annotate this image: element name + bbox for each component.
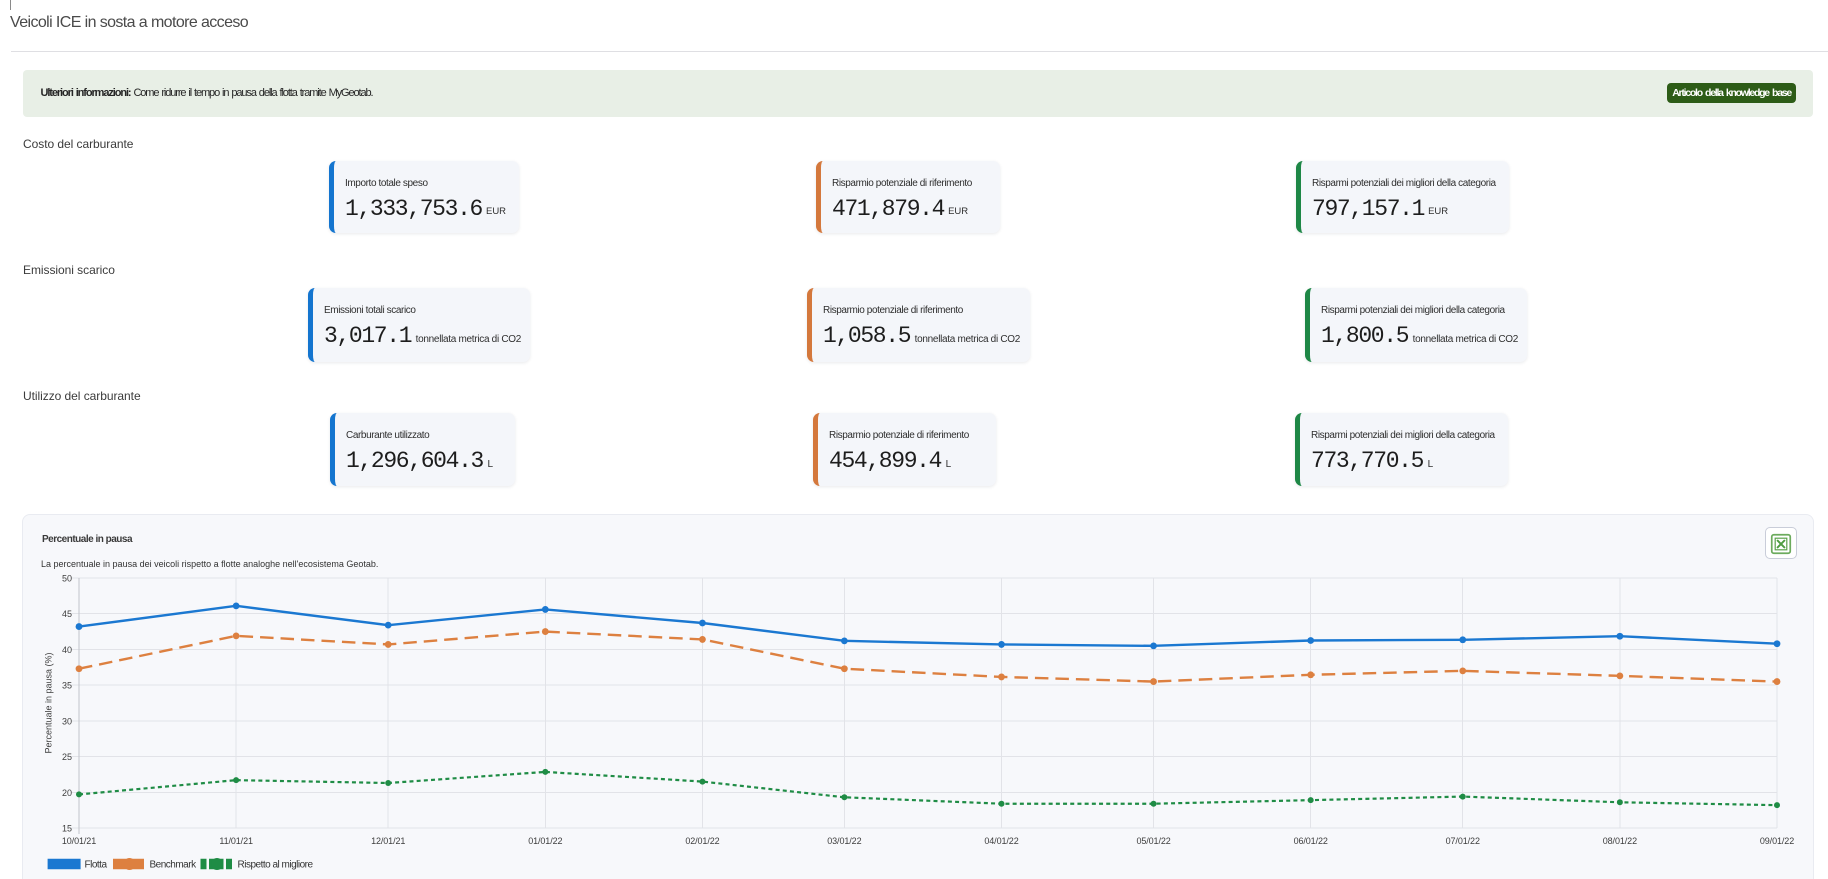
svg-text:35: 35 (62, 681, 72, 691)
svg-text:08/01/22: 08/01/22 (1603, 836, 1637, 846)
svg-text:05/01/22: 05/01/22 (1136, 836, 1170, 846)
svg-text:03/01/22: 03/01/22 (827, 836, 861, 846)
svg-text:50: 50 (62, 574, 72, 584)
svg-text:04/01/22: 04/01/22 (984, 836, 1018, 846)
svg-text:10/01/21: 10/01/21 (62, 836, 96, 846)
svg-text:12/01/21: 12/01/21 (371, 836, 405, 846)
svg-text:06/01/22: 06/01/22 (1294, 836, 1328, 846)
svg-text:Percentuale in pausa (%): Percentuale in pausa (%) (44, 652, 54, 753)
svg-text:25: 25 (62, 752, 72, 762)
svg-text:11/01/21: 11/01/21 (219, 836, 253, 846)
svg-text:Benchmark: Benchmark (150, 859, 198, 870)
svg-text:02/01/22: 02/01/22 (685, 836, 719, 846)
svg-text:40: 40 (62, 645, 72, 655)
svg-text:01/01/22: 01/01/22 (528, 836, 562, 846)
svg-text:45: 45 (62, 609, 72, 619)
svg-text:09/01/22: 09/01/22 (1760, 836, 1794, 846)
svg-text:30: 30 (62, 716, 72, 726)
svg-text:07/01/22: 07/01/22 (1446, 836, 1480, 846)
svg-text:20: 20 (62, 788, 72, 798)
svg-text:15: 15 (62, 824, 72, 834)
svg-text:Flotta: Flotta (85, 859, 108, 870)
svg-text:Rispetto al migliore: Rispetto al migliore (238, 859, 314, 870)
